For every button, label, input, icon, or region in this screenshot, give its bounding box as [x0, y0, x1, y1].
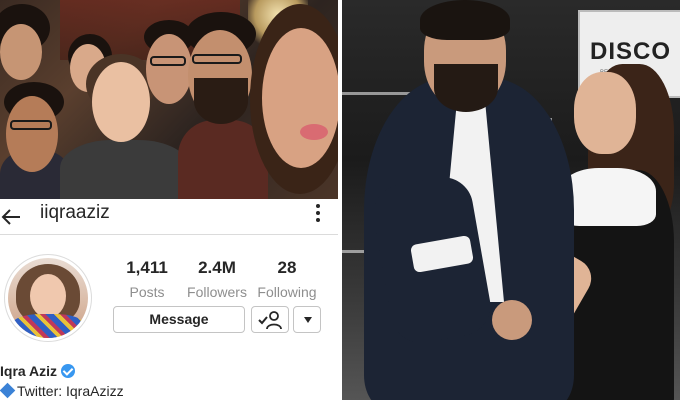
person-dress [60, 140, 190, 199]
profile-username: iiqraaziz [40, 202, 110, 223]
stat-label: Following [257, 284, 317, 300]
person-beard [194, 78, 248, 124]
verified-badge-icon [61, 364, 76, 378]
tongue [300, 124, 328, 140]
bio-name: Iqra Aziz [0, 363, 76, 379]
person-face [92, 62, 150, 142]
couple-photo: DISCO BE BEYOND [342, 0, 680, 400]
person-check-icon [258, 311, 282, 330]
glasses-icon [10, 120, 52, 130]
stat-posts[interactable]: 1,411 Posts [118, 258, 176, 300]
instagram-profile-panel: iiqraaziz 1,411 Posts 2.4M Followers 28 … [0, 0, 338, 400]
stat-value: 1,411 [126, 258, 168, 277]
group-selfie-photo [0, 0, 338, 199]
stat-value: 2.4M [198, 258, 236, 277]
message-button[interactable]: Message [113, 306, 245, 333]
stat-followers[interactable]: 2.4M Followers [184, 258, 250, 300]
chevron-down-icon [304, 317, 312, 323]
sign-text: DISCO [590, 38, 672, 65]
person-face [0, 24, 42, 80]
woman-face [574, 72, 636, 154]
back-arrow-icon[interactable] [0, 205, 24, 229]
suggested-dropdown-button[interactable] [293, 306, 321, 333]
glasses-icon [192, 54, 242, 64]
bio-name-text: Iqra Aziz [0, 363, 58, 379]
stat-label: Followers [187, 284, 247, 300]
avatar[interactable] [4, 254, 92, 342]
stat-following[interactable]: 28 Following [252, 258, 322, 300]
person-face [146, 34, 192, 104]
more-options-icon[interactable] [310, 202, 326, 224]
stat-value: 28 [277, 258, 297, 277]
stat-label: Posts [129, 284, 165, 300]
man-hair [420, 0, 510, 40]
avatar-image [8, 258, 88, 338]
bio-line-text: Twitter: IqraAzizz [17, 383, 124, 399]
person-face [262, 28, 338, 168]
bio-line: Twitter: IqraAzizz [0, 382, 124, 399]
glasses-icon [150, 56, 186, 66]
following-button[interactable] [251, 306, 289, 333]
man-beard [434, 64, 498, 112]
held-hands [492, 300, 532, 340]
person-face [6, 96, 58, 172]
woman-top [560, 168, 656, 226]
blue-diamond-icon [0, 382, 16, 399]
